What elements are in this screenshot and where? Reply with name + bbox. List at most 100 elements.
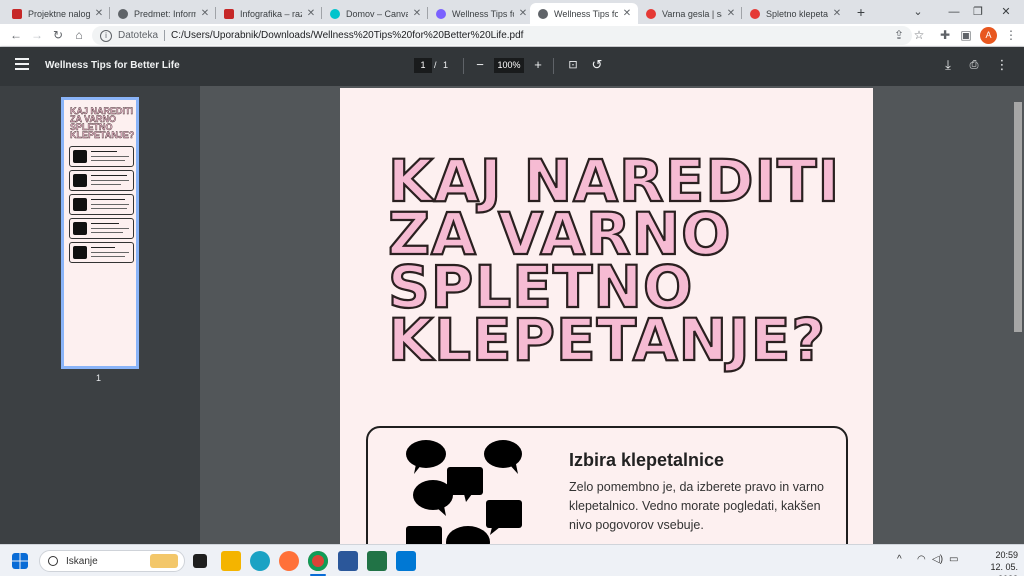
edge-browser-icon[interactable] xyxy=(250,551,270,571)
tip-title: Izbira klepetalnice xyxy=(569,450,725,470)
pdf-page: KAJ NAREDITI ZA VARNO SPLETNO KLEPETANJE… xyxy=(340,88,873,544)
taskbar-search-input[interactable]: Iskanje xyxy=(39,550,185,572)
canva-icon xyxy=(330,8,340,19)
zoom-in-button[interactable]: + xyxy=(530,57,546,73)
hamburger-menu-icon[interactable] xyxy=(15,58,29,72)
tab-favicon-icon xyxy=(12,8,22,19)
security-label: Datoteka xyxy=(118,30,159,41)
download-icon[interactable]: ⤓ xyxy=(940,57,956,73)
close-tab-icon[interactable]: ✕ xyxy=(306,8,316,19)
task-view-icon[interactable] xyxy=(193,554,207,568)
back-arrow-icon[interactable]: ← xyxy=(8,27,24,43)
close-tab-icon[interactable]: ✕ xyxy=(726,8,736,19)
firefox-icon[interactable] xyxy=(279,551,299,571)
tab-title: Wellness Tips for xyxy=(452,8,514,19)
vertical-scrollbar[interactable] xyxy=(1012,86,1024,544)
windows-taskbar: Iskanje ^ ◠ ◁) ▭ 20:59 12. 05. 2023 xyxy=(0,544,1024,576)
browser-tab[interactable]: Projektne naloge ✕ xyxy=(4,3,110,24)
page-thumbnail[interactable]: KAJ NAREDITI ZA VARNO SPLETNO KLEPETANJE… xyxy=(61,97,139,369)
browser-tab[interactable]: Varna gesla | safe ✕ xyxy=(638,3,742,24)
excel-icon[interactable] xyxy=(367,551,387,571)
print-icon[interactable]: ⎙ xyxy=(966,57,982,73)
thumbnail-sidebar: KAJ NAREDITI ZA VARNO SPLETNO KLEPETANJE… xyxy=(0,86,200,544)
browser-tab[interactable]: Spletno klepetanj ✕ xyxy=(742,3,848,24)
document-heading: KAJ NAREDITI ZA VARNO SPLETNO KLEPETANJE… xyxy=(387,147,841,374)
document-title: Wellness Tips for Better Life xyxy=(45,60,180,71)
close-tab-icon[interactable]: ✕ xyxy=(200,8,210,19)
thumbnail-page-number: 1 xyxy=(96,373,102,383)
browser-toolbar: ← → ↻ ⌂ i Datoteka C:/Users/Uporabnik/Do… xyxy=(0,24,1024,47)
more-options-icon[interactable]: ⋮ xyxy=(994,57,1010,73)
close-tab-icon[interactable]: ✕ xyxy=(518,8,528,19)
page-separator: / xyxy=(434,60,437,70)
profile-avatar[interactable]: A xyxy=(980,27,997,44)
tab-title: Projektne naloge xyxy=(28,8,90,19)
volume-icon[interactable]: ◁) xyxy=(932,554,943,565)
more-menu-icon[interactable]: ⋮ xyxy=(1003,27,1019,43)
close-tab-icon[interactable]: ✕ xyxy=(832,8,842,19)
share-icon[interactable]: ⇪ xyxy=(891,27,907,43)
home-icon[interactable]: ⌂ xyxy=(71,27,87,43)
word-icon[interactable] xyxy=(338,551,358,571)
close-tab-icon[interactable]: ✕ xyxy=(622,8,632,19)
tab-title: Varna gesla | safe xyxy=(662,8,722,19)
camera-icon xyxy=(73,222,87,235)
tab-favicon-icon xyxy=(436,8,446,19)
browser-tab[interactable]: Wellness Tips for ✕ xyxy=(428,3,534,24)
thumbnail-card xyxy=(69,146,134,167)
fit-to-page-icon[interactable]: ⊡ xyxy=(565,57,581,73)
tab-title: Infografika – razn xyxy=(240,8,302,19)
person-lock-icon xyxy=(73,198,87,211)
page-number-input[interactable]: 1 xyxy=(414,58,432,73)
address-bar[interactable]: i Datoteka C:/Users/Uporabnik/Downloads/… xyxy=(92,26,912,45)
search-highlight-icon xyxy=(150,554,178,568)
clock-time: 20:59 xyxy=(995,550,1018,560)
battery-icon[interactable]: ▭ xyxy=(949,554,958,565)
info-icon[interactable]: i xyxy=(100,29,112,42)
search-icon xyxy=(48,556,58,566)
browser-tab-active[interactable]: Wellness Tips for ✕ xyxy=(530,3,638,24)
tab-title: Domov – Canva xyxy=(346,8,408,19)
chat-bubbles-icon xyxy=(73,150,87,163)
browser-tab[interactable]: Infografika – razn ✕ xyxy=(216,3,322,24)
tip-card: Izbira klepetalnice Zelo pomembno je, da… xyxy=(366,426,848,544)
close-tab-icon[interactable]: ✕ xyxy=(94,8,104,19)
extensions-puzzle-icon[interactable]: ✚ xyxy=(937,27,953,43)
file-explorer-icon[interactable] xyxy=(221,551,241,571)
clock-date: 12. 05. 2023 xyxy=(990,562,1018,576)
chrome-icon[interactable] xyxy=(308,551,328,571)
zoom-out-button[interactable]: − xyxy=(472,57,488,73)
reload-icon[interactable]: ↻ xyxy=(50,27,66,43)
chat-bubbles-icon xyxy=(406,440,522,544)
thumbnail-card xyxy=(69,170,134,191)
side-panel-icon[interactable]: ▣ xyxy=(958,27,974,43)
new-tab-button[interactable]: + xyxy=(853,3,869,21)
url-text[interactable]: C:/Users/Uporabnik/Downloads/Wellness%20… xyxy=(171,30,523,41)
tab-title: Wellness Tips for xyxy=(554,8,618,19)
thumbnail-card xyxy=(69,218,134,239)
pdf-document-view[interactable]: KAJ NAREDITI ZA VARNO SPLETNO KLEPETANJE… xyxy=(200,86,1012,544)
forward-arrow-icon[interactable]: → xyxy=(29,27,45,43)
outlook-icon[interactable] xyxy=(396,551,416,571)
tray-overflow-icon[interactable]: ^ xyxy=(897,554,902,565)
zoom-level-input[interactable]: 100% xyxy=(494,58,524,73)
taskbar-clock[interactable]: 20:59 12. 05. 2023 xyxy=(968,549,1018,576)
meeting-people-icon xyxy=(73,246,87,259)
tab-favicon-icon xyxy=(750,8,760,19)
pdf-toolbar: Wellness Tips for Better Life 1 / 1 − 10… xyxy=(0,47,1024,86)
bookmark-star-icon[interactable]: ☆ xyxy=(911,27,927,43)
rotate-icon[interactable]: ↺ xyxy=(589,57,605,73)
browser-tab[interactable]: Domov – Canva ✕ xyxy=(322,3,428,24)
globe-icon xyxy=(118,8,128,19)
tab-title: Spletno klepetanj xyxy=(766,8,828,19)
thumbnail-card xyxy=(69,194,134,215)
windows-start-icon[interactable] xyxy=(12,553,28,569)
tab-search-button[interactable]: ⌄ xyxy=(900,0,936,24)
thumbnail-card xyxy=(69,242,134,263)
scrollbar-thumb[interactable] xyxy=(1014,102,1022,332)
wifi-icon[interactable]: ◠ xyxy=(917,554,926,565)
close-window-button[interactable]: ✕ xyxy=(988,0,1024,24)
browser-tab[interactable]: Predmet: Informat ✕ xyxy=(110,3,216,24)
close-tab-icon[interactable]: ✕ xyxy=(412,8,422,19)
search-placeholder: Iskanje xyxy=(66,555,98,567)
